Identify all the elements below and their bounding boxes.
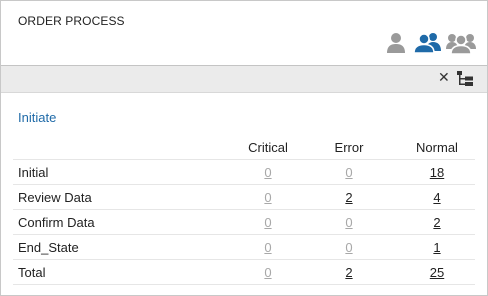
error-count-link[interactable]: 2 — [299, 190, 399, 205]
panel-header: ORDER PROCESS — [1, 1, 487, 65]
order-process-panel: ORDER PROCESS ✕ Initiate Critical Error … — [0, 0, 488, 296]
row-label: End_State — [18, 240, 79, 255]
normal-count-link[interactable]: 18 — [387, 165, 487, 180]
column-header-normal: Normal — [416, 140, 458, 155]
table-row: Total 0 2 25 — [13, 260, 475, 285]
column-header-error: Error — [334, 140, 364, 155]
table-row: Confirm Data 0 0 2 — [13, 210, 475, 235]
table-row: Review Data 0 2 4 — [13, 185, 475, 210]
user-group-icon[interactable] — [413, 32, 443, 54]
row-label: Initial — [18, 165, 49, 180]
row-label: Review Data — [18, 190, 92, 205]
normal-count-link[interactable]: 1 — [387, 240, 487, 255]
initiate-link[interactable]: Initiate — [18, 110, 56, 125]
user-crowd-icon[interactable] — [446, 32, 476, 54]
table-row: Initial 0 0 18 — [13, 160, 475, 185]
status-table: Critical Error Normal Initial 0 0 18 Review … — [13, 135, 475, 285]
table-row: End_State 0 0 1 — [13, 235, 475, 260]
row-label: Confirm Data — [18, 215, 95, 230]
error-count-link[interactable]: 0 — [299, 215, 399, 230]
panel-toolbar: ✕ — [1, 65, 487, 93]
error-count-link[interactable]: 0 — [299, 240, 399, 255]
normal-count-link[interactable]: 2 — [387, 215, 487, 230]
single-user-icon[interactable] — [385, 32, 407, 54]
close-icon[interactable]: ✕ — [438, 69, 450, 85]
normal-count-link[interactable]: 25 — [387, 265, 487, 280]
table-header-row: Critical Error Normal — [13, 135, 475, 160]
view-mode-switcher — [385, 32, 476, 54]
normal-count-link[interactable]: 4 — [387, 190, 487, 205]
panel-title: ORDER PROCESS — [18, 14, 125, 28]
error-count-link[interactable]: 2 — [299, 265, 399, 280]
error-count-link[interactable]: 0 — [299, 165, 399, 180]
tree-view-icon[interactable] — [456, 70, 474, 88]
row-label: Total — [18, 265, 46, 280]
